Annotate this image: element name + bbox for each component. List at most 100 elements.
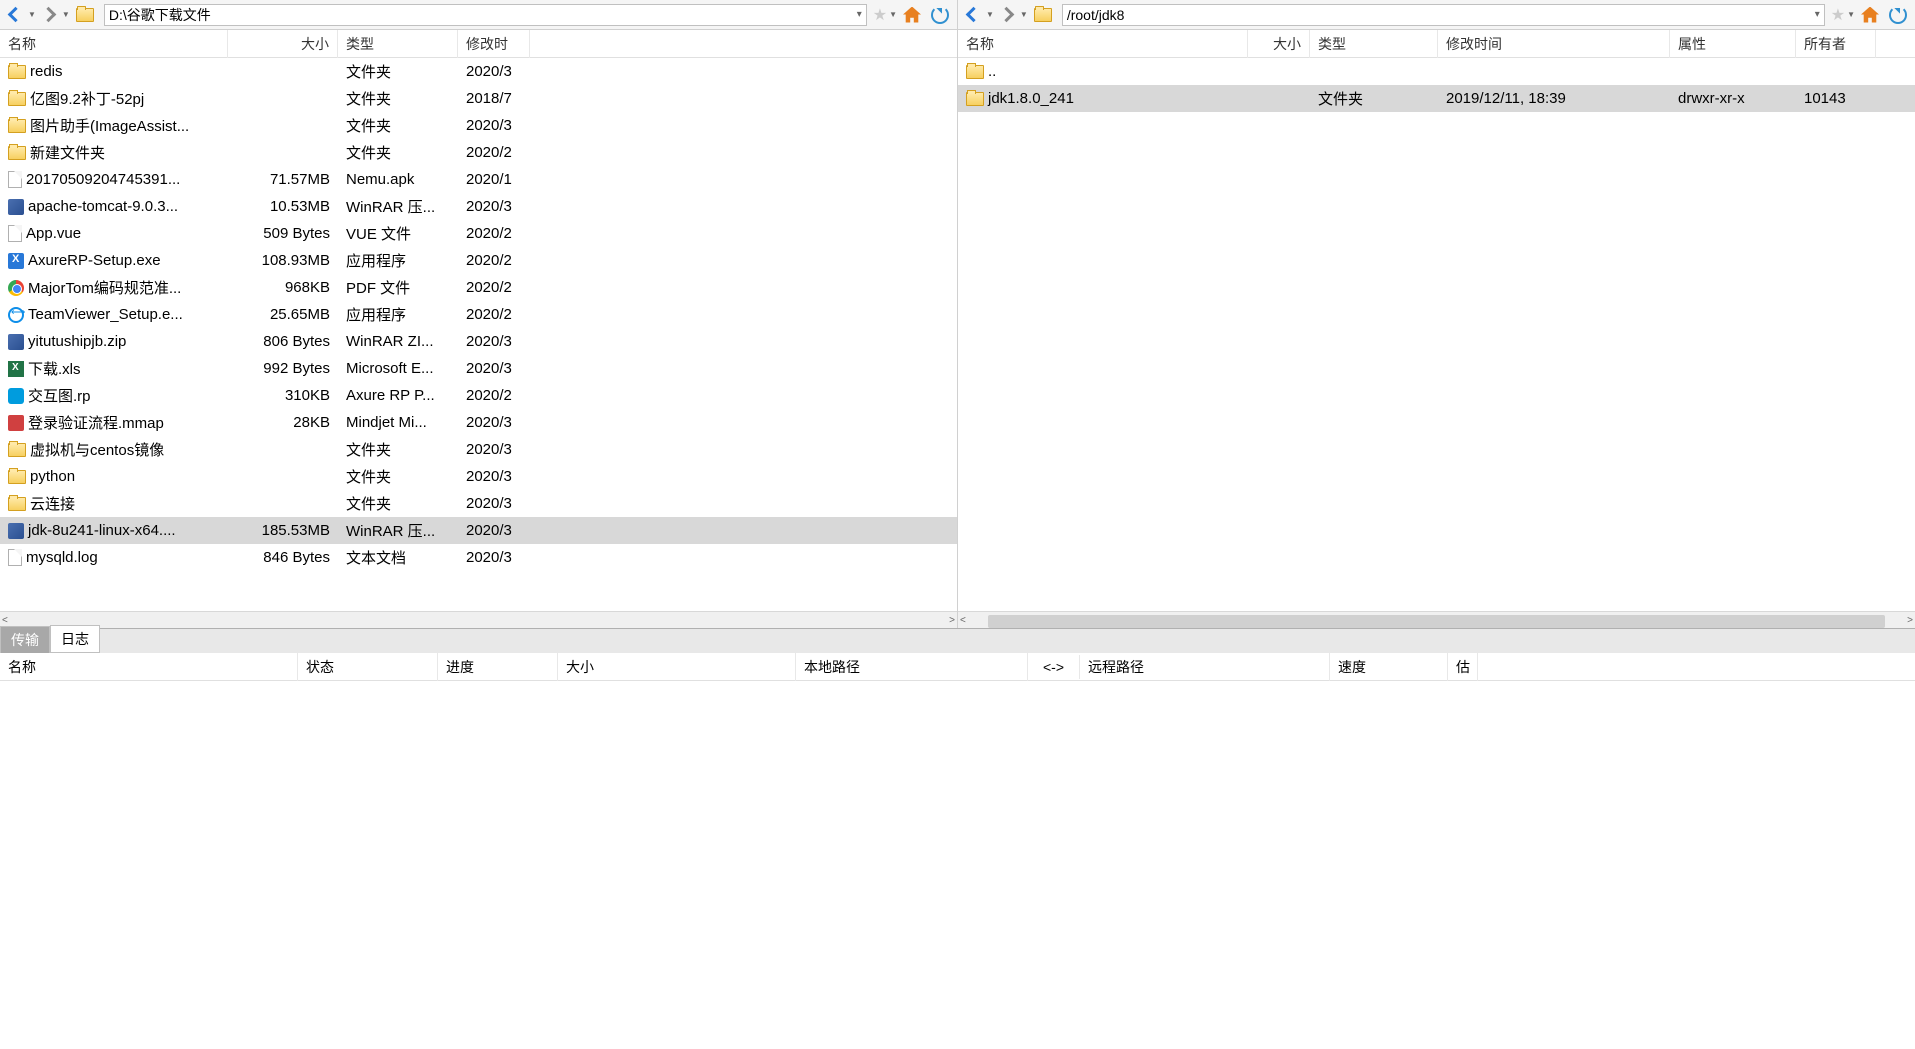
forward-history-dropdown[interactable]: ▼ — [1020, 10, 1028, 19]
file-row[interactable]: MajorTom编码规范准...968KBPDF 文件2020/2 — [0, 274, 957, 301]
file-row[interactable]: 新建文件夹文件夹2020/2 — [0, 139, 957, 166]
transfer-header: 名称 状态 进度 大小 本地路径 <-> 远程路径 速度 估 — [0, 653, 1915, 681]
header-name[interactable]: 名称 — [958, 30, 1248, 58]
scroll-thumb[interactable] — [988, 615, 1885, 628]
file-name: redis — [30, 63, 63, 80]
back-button[interactable] — [4, 4, 26, 26]
address-dropdown-icon[interactable]: ▾ — [857, 9, 862, 20]
file-type: 文件夹 — [1310, 86, 1438, 111]
folder-icon — [966, 92, 984, 106]
file-row[interactable]: yitutushipjb.zip806 BytesWinRAR ZI...202… — [0, 328, 957, 355]
local-address-bar[interactable]: D:\谷歌下载文件 ▾ — [104, 4, 867, 26]
file-size: 846 Bytes — [228, 547, 338, 568]
home-icon[interactable] — [903, 7, 921, 23]
bookmark-icon[interactable]: ★ — [873, 5, 887, 25]
file-attr: drwxr-xr-x — [1670, 88, 1796, 109]
th-remote-path[interactable]: 远程路径 — [1080, 653, 1330, 681]
file-row[interactable]: redis文件夹2020/3 — [0, 58, 957, 85]
file-size — [228, 475, 338, 479]
file-row[interactable]: 20170509204745391...71.57MBNemu.apk2020/… — [0, 166, 957, 193]
address-dropdown-icon[interactable]: ▾ — [1815, 9, 1820, 20]
header-size[interactable]: 大小 — [1248, 30, 1310, 58]
file-type: Axure RP P... — [338, 385, 458, 406]
bookmark-dropdown[interactable]: ▼ — [889, 10, 897, 19]
file-row[interactable]: python文件夹2020/3 — [0, 463, 957, 490]
file-row[interactable]: App.vue509 BytesVUE 文件2020/2 — [0, 220, 957, 247]
remote-list-body[interactable]: ..jdk1.8.0_241文件夹2019/12/11, 18:39drwxr-… — [958, 58, 1915, 112]
header-date[interactable]: 修改时间 — [1438, 30, 1670, 58]
refresh-icon[interactable] — [1889, 6, 1907, 24]
file-row[interactable]: 虚拟机与centos镜像文件夹2020/3 — [0, 436, 957, 463]
header-owner[interactable]: 所有者 — [1796, 30, 1876, 58]
folder-icon — [8, 146, 26, 160]
file-row[interactable]: 登录验证流程.mmap28KBMindjet Mi...2020/3 — [0, 409, 957, 436]
file-date: 2020/3 — [458, 520, 530, 541]
file-size — [228, 70, 338, 74]
th-name[interactable]: 名称 — [0, 653, 298, 681]
refresh-icon[interactable] — [931, 6, 949, 24]
file-type: Nemu.apk — [338, 169, 458, 190]
scroll-right-icon[interactable]: > — [1907, 615, 1913, 626]
forward-history-dropdown[interactable]: ▼ — [62, 10, 70, 19]
file-row[interactable]: 图片助手(ImageAssist...文件夹2020/3 — [0, 112, 957, 139]
file-size: 10.53MB — [228, 196, 338, 217]
file-size: 806 Bytes — [228, 331, 338, 352]
file-row[interactable]: apache-tomcat-9.0.3...10.53MBWinRAR 压...… — [0, 193, 957, 220]
scroll-left-icon[interactable]: < — [2, 615, 8, 626]
header-size[interactable]: 大小 — [228, 30, 338, 58]
file-row[interactable]: .. — [958, 58, 1915, 85]
back-history-dropdown[interactable]: ▼ — [28, 10, 36, 19]
file-row[interactable]: AxureRP-Setup.exe108.93MB应用程序2020/2 — [0, 247, 957, 274]
file-date: 2020/3 — [458, 493, 530, 514]
th-speed[interactable]: 速度 — [1330, 653, 1448, 681]
scroll-right-icon[interactable]: > — [949, 615, 955, 626]
file-row[interactable]: jdk1.8.0_241文件夹2019/12/11, 18:39drwxr-xr… — [958, 85, 1915, 112]
remote-address-bar[interactable]: /root/jdk8 ▾ — [1062, 4, 1825, 26]
header-date[interactable]: 修改时 — [458, 30, 530, 58]
header-type[interactable]: 类型 — [1310, 30, 1438, 58]
file-name: mysqld.log — [26, 549, 98, 566]
file-type: 文件夹 — [338, 59, 458, 84]
file-row[interactable]: TeamViewer_Setup.e...25.65MB应用程序2020/2 — [0, 301, 957, 328]
scroll-left-icon[interactable]: < — [960, 615, 966, 626]
tab-log[interactable]: 日志 — [50, 625, 100, 653]
remote-h-scrollbar[interactable]: < > — [958, 611, 1915, 628]
th-size[interactable]: 大小 — [558, 653, 796, 681]
file-row[interactable]: mysqld.log846 Bytes文本文档2020/3 — [0, 544, 957, 571]
archive-icon — [8, 523, 24, 539]
file-size: 108.93MB — [228, 250, 338, 271]
header-name[interactable]: 名称 — [0, 30, 228, 58]
file-row[interactable]: 云连接文件夹2020/3 — [0, 490, 957, 517]
home-icon[interactable] — [1861, 7, 1879, 23]
header-type[interactable]: 类型 — [338, 30, 458, 58]
file-size — [228, 97, 338, 101]
forward-button[interactable] — [38, 4, 60, 26]
file-icon — [8, 171, 22, 188]
file-row[interactable]: 交互图.rp310KBAxure RP P...2020/2 — [0, 382, 957, 409]
file-icon — [8, 549, 22, 566]
bookmark-dropdown[interactable]: ▼ — [1847, 10, 1855, 19]
file-row[interactable]: 亿图9.2补丁-52pj文件夹2018/7 — [0, 85, 957, 112]
file-row[interactable]: 下载.xls992 BytesMicrosoft E...2020/3 — [0, 355, 957, 382]
back-history-dropdown[interactable]: ▼ — [986, 10, 994, 19]
file-type: WinRAR 压... — [338, 518, 458, 543]
tab-transfer[interactable]: 传输 — [0, 626, 50, 653]
file-size — [1248, 97, 1310, 101]
local-pane: ▼ ▼ D:\谷歌下载文件 ▾ ★ ▼ 名称 大小 类型 修改时 redis 文件… — [0, 0, 958, 628]
th-progress[interactable]: 进度 — [438, 653, 558, 681]
folder-icon — [966, 65, 984, 79]
back-button[interactable] — [962, 4, 984, 26]
local-list-body[interactable]: redis 文件夹 2020/3 亿图9.2补丁-52pj文件夹2018/7图片助手(… — [0, 58, 957, 571]
th-direction[interactable]: <-> — [1028, 655, 1080, 679]
folder-icon — [8, 470, 26, 484]
local-h-scrollbar[interactable]: < > — [0, 611, 957, 628]
th-local-path[interactable]: 本地路径 — [796, 653, 1028, 681]
transfer-list-body[interactable] — [0, 681, 1915, 781]
th-status[interactable]: 状态 — [298, 653, 438, 681]
forward-button[interactable] — [996, 4, 1018, 26]
file-row[interactable]: jdk-8u241-linux-x64....185.53MBWinRAR 压.… — [0, 517, 957, 544]
header-attr[interactable]: 属性 — [1670, 30, 1796, 58]
arrow-right-icon — [41, 7, 57, 23]
th-est[interactable]: 估 — [1448, 653, 1478, 681]
bookmark-icon[interactable]: ★ — [1831, 5, 1845, 25]
